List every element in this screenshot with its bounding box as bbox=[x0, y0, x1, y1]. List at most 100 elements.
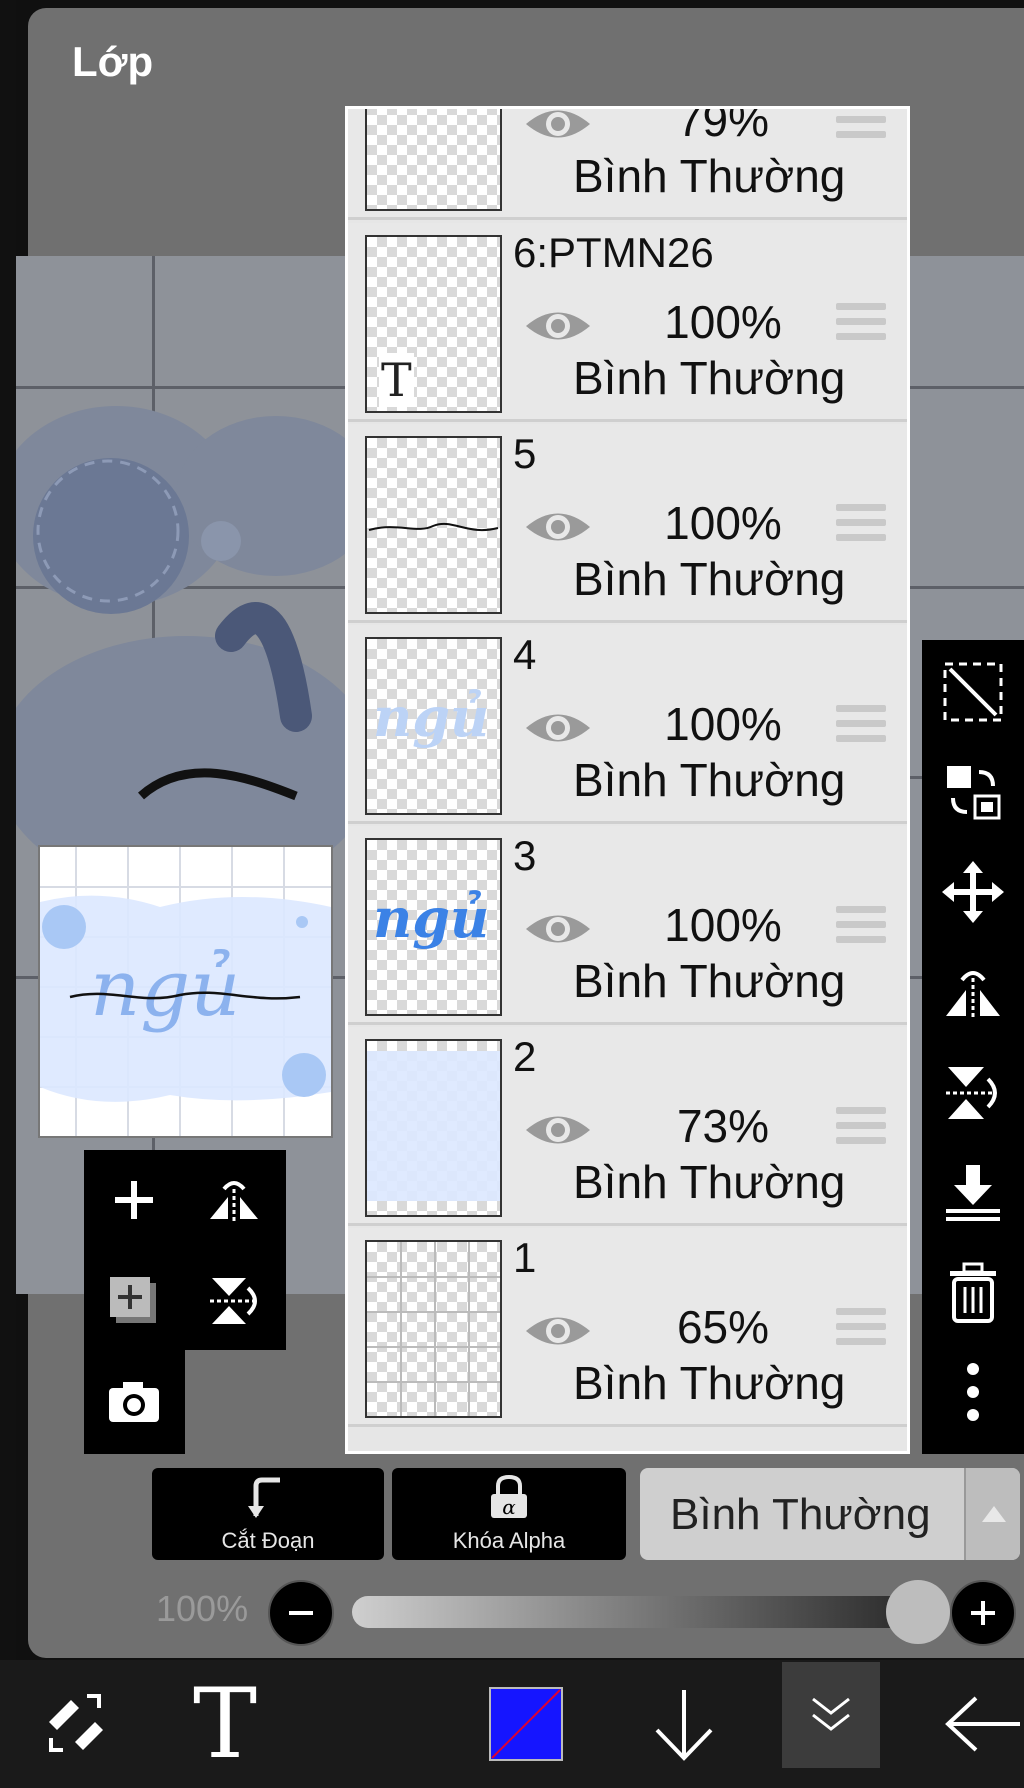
preview-text: ngủ bbox=[90, 944, 240, 1034]
eye-icon[interactable] bbox=[523, 1310, 593, 1352]
layer-blend-mode: Bình Thường bbox=[573, 352, 846, 404]
opacity-value: 100% bbox=[156, 1588, 249, 1629]
preview-art: ngủ bbox=[40, 847, 331, 1136]
more-icon bbox=[967, 1363, 979, 1421]
text-tool-button[interactable]: T bbox=[170, 1660, 280, 1788]
layer-row[interactable]: 79% Bình Thường bbox=[348, 106, 907, 220]
camera-button[interactable] bbox=[84, 1352, 184, 1452]
right-toolbar bbox=[922, 640, 1024, 1454]
layer-row[interactable]: 1 65% Bình Thường bbox=[348, 1228, 907, 1427]
flip-vertical-icon bbox=[946, 1067, 997, 1119]
layer-row[interactable]: ngủ 3 100% Bình Thường bbox=[348, 826, 907, 1025]
select-layer-button[interactable] bbox=[922, 642, 1024, 742]
layer-thumbnail: ngủ bbox=[365, 838, 502, 1016]
delete-layer-button[interactable] bbox=[922, 1242, 1024, 1342]
drag-handle-icon[interactable] bbox=[836, 109, 886, 141]
layer-name: 3 bbox=[513, 832, 537, 879]
layer-blend-mode: Bình Thường bbox=[573, 553, 846, 605]
layer-thumbnail bbox=[365, 436, 502, 614]
blend-mode-select[interactable]: Bình Thường bbox=[640, 1468, 1020, 1560]
opacity-row: 100% bbox=[150, 1578, 1024, 1648]
flip-horizontal-button[interactable] bbox=[922, 942, 1024, 1042]
color-swatch-icon bbox=[489, 1687, 563, 1761]
text-layer-icon: T bbox=[379, 353, 414, 407]
alpha-lock-button[interactable]: α Khóa Alpha bbox=[392, 1468, 626, 1560]
layer-opacity: 79% bbox=[676, 106, 770, 146]
layer-blend-mode: Bình Thường bbox=[573, 1357, 846, 1409]
opacity-slider[interactable] bbox=[352, 1596, 942, 1628]
merge-down-button[interactable] bbox=[922, 1142, 1024, 1242]
flip-horizontal-button[interactable] bbox=[184, 1150, 284, 1250]
layer-row[interactable]: 2 73% Bình Thường bbox=[348, 1027, 907, 1226]
eraser-swap-icon bbox=[49, 1694, 103, 1752]
blend-mode-value: Bình Thường bbox=[670, 1490, 931, 1539]
clipping-label: Cắt Đoạn bbox=[221, 1528, 315, 1553]
layer-name: 5 bbox=[513, 430, 537, 477]
layer-name: 4 bbox=[513, 631, 537, 678]
more-button[interactable] bbox=[922, 1342, 1024, 1442]
flip-horizontal-icon bbox=[210, 1181, 258, 1223]
layer-opacity: 65% bbox=[676, 1301, 770, 1353]
opacity-slider-knob[interactable] bbox=[886, 1580, 950, 1644]
eye-icon[interactable] bbox=[523, 506, 593, 548]
trash-icon bbox=[950, 1262, 996, 1323]
flip-vertical-icon bbox=[210, 1278, 257, 1324]
drag-handle-icon[interactable] bbox=[836, 504, 886, 544]
eye-icon[interactable] bbox=[523, 707, 593, 749]
layer-blend-mode: Bình Thường bbox=[573, 754, 846, 806]
layer-thumbnail bbox=[365, 1240, 502, 1418]
clipping-arrow-icon bbox=[248, 1477, 280, 1518]
drag-handle-icon[interactable] bbox=[836, 705, 886, 745]
back-button[interactable] bbox=[940, 1660, 1024, 1788]
layer-row[interactable]: T 6:PTMN26 100% Bình Thường bbox=[348, 223, 907, 422]
layer-row[interactable]: ngủ 4 100% Bình Thường bbox=[348, 625, 907, 824]
duplicate-layer-button[interactable] bbox=[84, 1250, 184, 1350]
lock-icon: α bbox=[491, 1474, 527, 1519]
layer-list[interactable]: 79% Bình Thường T 6:PTMN26 100% Bình Thư… bbox=[345, 106, 910, 1454]
layer-name: 2 bbox=[513, 1033, 537, 1080]
layer-thumbnail bbox=[365, 109, 502, 211]
layer-opacity: 73% bbox=[676, 1100, 770, 1152]
move-icon bbox=[942, 861, 1004, 923]
layer-thumbnail: T bbox=[365, 235, 502, 413]
clipping-button[interactable]: Cắt Đoạn bbox=[152, 1468, 384, 1560]
flip-vertical-button[interactable] bbox=[184, 1250, 284, 1350]
collapse-button[interactable] bbox=[782, 1662, 880, 1768]
canvas-preview[interactable]: ngủ bbox=[38, 845, 333, 1138]
arrow-down-icon bbox=[655, 1690, 713, 1761]
left-edge bbox=[0, 0, 16, 1660]
thumb-grid bbox=[367, 1242, 500, 1416]
color-button[interactable] bbox=[486, 1660, 566, 1788]
opacity-increase-button[interactable] bbox=[950, 1580, 1016, 1646]
eye-icon[interactable] bbox=[523, 908, 593, 950]
svg-text:α: α bbox=[502, 1495, 516, 1519]
select-layer-icon bbox=[943, 662, 1003, 722]
drag-handle-icon[interactable] bbox=[836, 303, 886, 343]
brush-eraser-swap-button[interactable] bbox=[20, 1660, 130, 1788]
layer-row[interactable]: 5 100% Bình Thường bbox=[348, 424, 907, 623]
opacity-decrease-button[interactable] bbox=[268, 1580, 334, 1646]
collapse-icon bbox=[812, 1697, 850, 1731]
layer-thumbnail bbox=[365, 1039, 502, 1217]
layer-blend-mode: Bình Thường bbox=[573, 955, 846, 1007]
drag-handle-icon[interactable] bbox=[836, 1107, 886, 1147]
eye-icon[interactable] bbox=[523, 305, 593, 347]
drag-handle-icon[interactable] bbox=[836, 906, 886, 946]
panel-title: Lớp bbox=[72, 38, 154, 85]
svg-text:T: T bbox=[193, 1681, 257, 1767]
thumb-text: ngủ bbox=[373, 886, 490, 950]
flip-vertical-button[interactable] bbox=[922, 1042, 1024, 1142]
bottom-toolbar: T bbox=[0, 1660, 1024, 1788]
move-button[interactable] bbox=[922, 842, 1024, 942]
drag-handle-icon[interactable] bbox=[836, 1308, 886, 1348]
plus-icon bbox=[115, 1181, 153, 1219]
eye-icon[interactable] bbox=[523, 106, 593, 145]
blend-mode-dropdown[interactable] bbox=[964, 1468, 1020, 1560]
arrow-down-button[interactable] bbox=[634, 1660, 734, 1788]
layer-opacity: 100% bbox=[664, 899, 782, 951]
eye-icon[interactable] bbox=[523, 1109, 593, 1151]
add-layer-button[interactable] bbox=[84, 1150, 184, 1250]
transfer-button[interactable] bbox=[922, 742, 1024, 842]
layer-name: 6:PTMN26 bbox=[513, 229, 714, 276]
layer-blend-mode: Bình Thường bbox=[573, 150, 846, 202]
